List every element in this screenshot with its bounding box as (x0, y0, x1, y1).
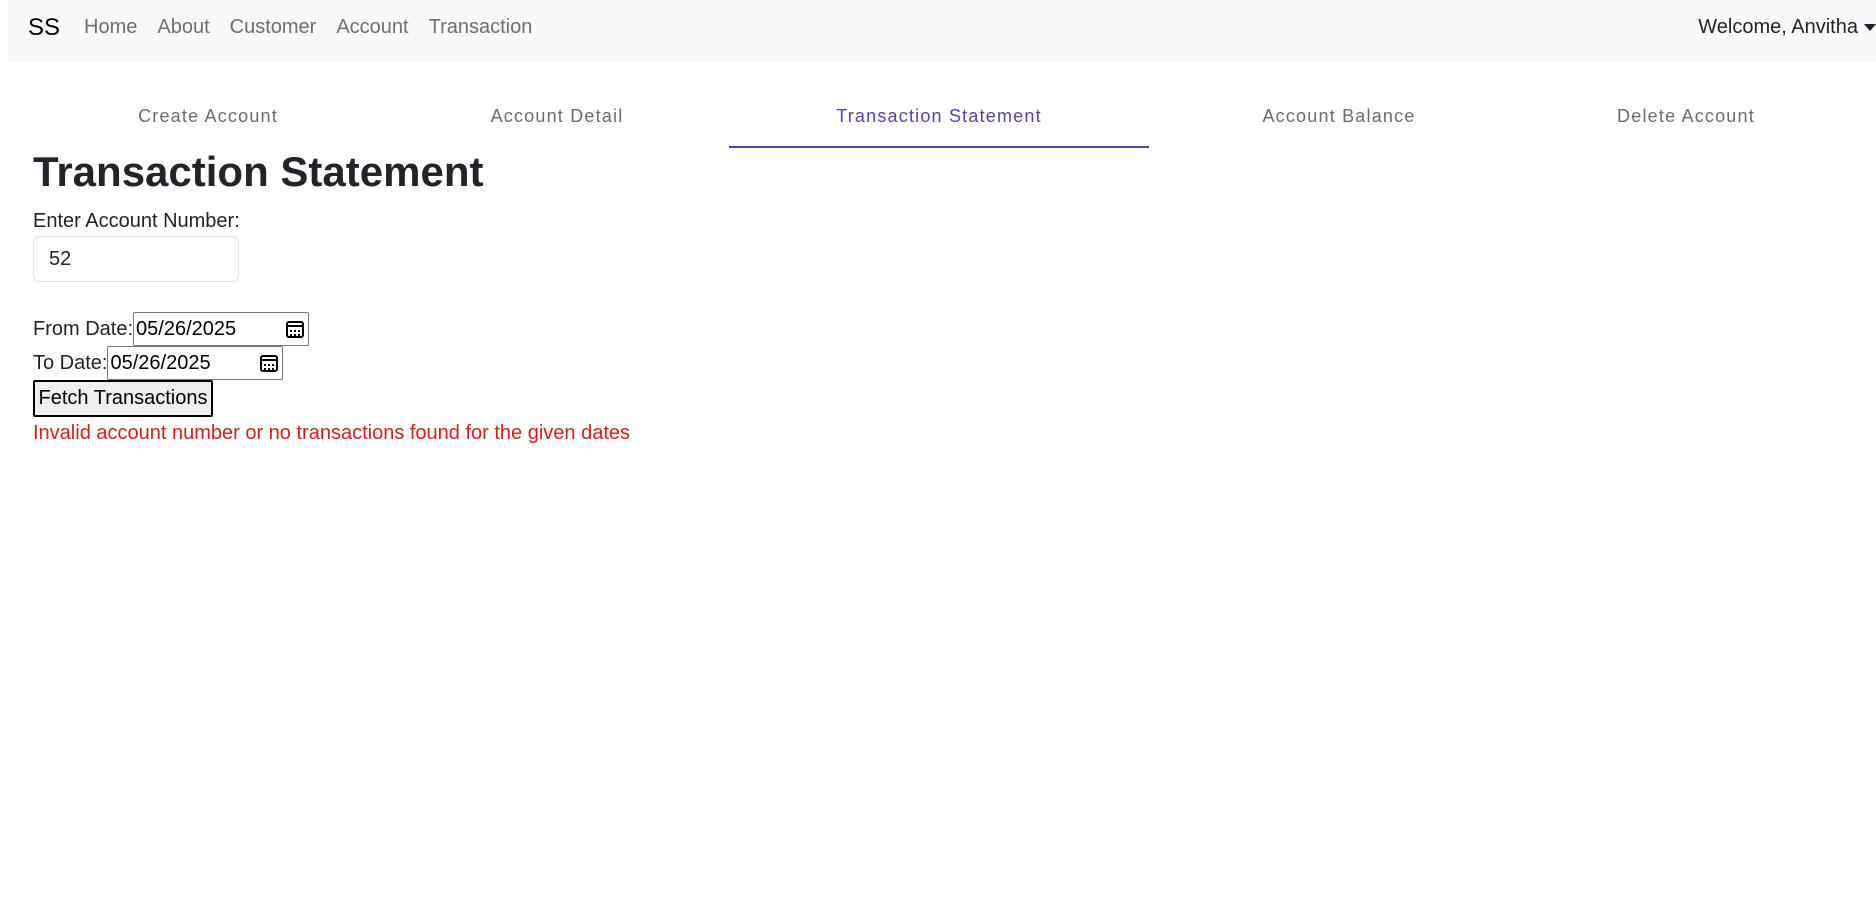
page-title: Transaction Statement (33, 148, 484, 195)
account-number-input[interactable] (33, 236, 239, 282)
tab-account-detail[interactable]: Account Detail (383, 94, 731, 148)
user-menu-toggle[interactable]: Welcome, Anvitha (1698, 16, 1876, 39)
from-date-value: 05/26/2025 (136, 317, 237, 340)
tab-delete-account[interactable]: Delete Account (1529, 94, 1843, 148)
tab-account-balance[interactable]: Account Balance (1149, 94, 1529, 148)
welcome-text: Welcome, Anvitha (1698, 16, 1858, 38)
from-date-input[interactable]: 05/26/2025 (133, 312, 310, 346)
calendar-icon[interactable] (286, 320, 305, 338)
nav-link-account[interactable]: Account (336, 16, 408, 39)
nav-link-about[interactable]: About (157, 16, 209, 39)
nav-link-customer[interactable]: Customer (230, 16, 317, 39)
to-date-input[interactable]: 05/26/2025 (107, 346, 284, 380)
account-tabs: Create Account Account Detail Transactio… (33, 94, 1843, 148)
caret-down-icon (1864, 24, 1876, 31)
top-navbar: SS Home About Customer Account Transacti… (8, 0, 1876, 62)
account-number-label: Enter Account Number: (33, 210, 240, 232)
nav-links: Home About Customer Account Transaction (84, 16, 552, 39)
tab-transaction-statement[interactable]: Transaction Statement (729, 94, 1149, 148)
from-date-row: From Date: 05/26/2025 (33, 312, 310, 346)
to-date-label: To Date: (33, 351, 108, 374)
tab-create-account[interactable]: Create Account (33, 94, 383, 148)
to-date-row: To Date: 05/26/2025 (33, 346, 284, 380)
error-message: Invalid account number or no transaction… (33, 422, 631, 444)
nav-link-transaction[interactable]: Transaction (429, 16, 533, 39)
to-date-value: 05/26/2025 (110, 351, 211, 374)
nav-link-home[interactable]: Home (84, 16, 137, 39)
calendar-icon[interactable] (260, 354, 279, 372)
from-date-label: From Date: (33, 317, 134, 340)
brand-logo[interactable]: SS (28, 14, 60, 42)
fetch-transactions-button[interactable]: Fetch Transactions (33, 380, 213, 417)
